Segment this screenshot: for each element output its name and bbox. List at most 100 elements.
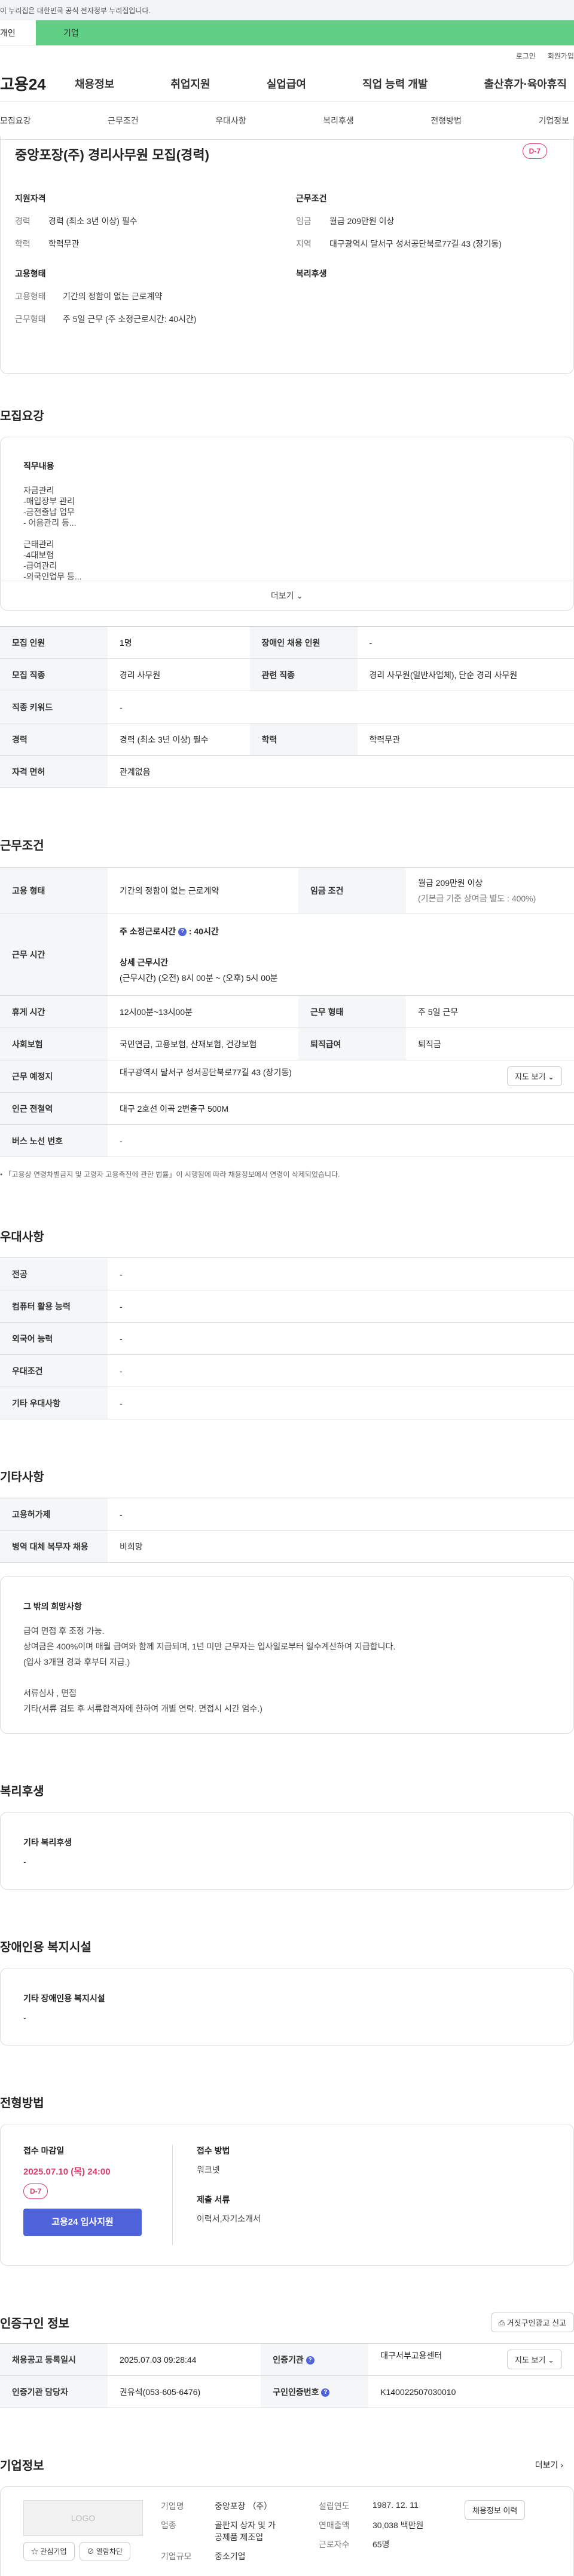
cell-v: 대구 2호선 이곡 2번출구 500M [108,1092,574,1125]
cell-v: 관계없음 [108,755,574,788]
company-title: 기업정보 [0,2460,44,2473]
cell-v: - [108,1322,574,1355]
emp-v: 주 5일 근무 (주 소정근로시간: 40시간) [63,314,197,324]
cell-h: 근무 시간 [0,913,108,996]
etc-line: 기타(서류 검토 후 서류합격자에 한하여 개별 연락. 면접시 시간 엄수.) [23,1704,262,1713]
cond-k: 지역 [296,239,312,249]
table-row: 근무 예정지 대구광역시 달서구 성서공단북로77길 43 (장기동) 지도 보기 … [0,1060,574,1093]
table-row: 병역 대체 복무자 채용 비희망 [0,1530,574,1563]
table-row: 직종 키워드 - [0,691,574,723]
cell-v: - [108,1354,574,1387]
company-logo: LOGO [23,2500,143,2536]
table-row: 휴게 시간 12시00분~13시00분 근무 형태 주 5일 근무 [0,995,574,1028]
subnav-recruit[interactable]: 모집요강 [0,115,31,127]
subnav-work[interactable]: 근무조건 [108,115,139,127]
pref-table: 전공 - 컴퓨터 활용 능력 - 외국어 능력 - 우대조건 - 기타 우대사항 - [0,1258,574,1419]
cell-v: 국민연금, 고용보험, 산재보험, 건강보험 [108,1028,299,1060]
cell-v: 주 5일 근무 [406,995,574,1028]
block-button[interactable]: ⊘ 열람차단 [79,2542,131,2560]
cell-v: 학력무관 [357,723,574,756]
etc-line: (입사 3개월 경과 후부터 지급.) [23,1657,130,1667]
cell-v: 경리 사무원(일반사업체), 단순 경리 사무원 [357,658,574,691]
cell-h: 관련 직종 [249,658,358,691]
tab-personal-label: 개인 [0,27,16,38]
subnav-welfare[interactable]: 복리후생 [323,115,354,127]
cell-h: 전공 [0,1258,108,1290]
cell-h: 학력 [249,723,358,756]
cell-v: 2025.07.03 09:28:44 [108,2343,261,2376]
job-history-button[interactable]: 채용정보 이력 [465,2500,526,2520]
cell-v: - [108,691,574,723]
cert-title: 인증구인 정보 [0,2317,69,2330]
company-more-link[interactable]: 더보기 › [535,2459,563,2471]
cond-v: 월급 209만원 이상 [329,216,395,226]
tab-company[interactable]: 기업 [36,20,574,45]
job-desc-card: 직무내용 자금관리 -매입장부 관리 -금전출납 업무 - 어음관리 등... 근태관… [0,437,574,611]
est: 1987. 12. 11 [373,2500,419,2510]
subnav-pref[interactable]: 우대사항 [215,115,246,127]
logo[interactable]: 고용24 [0,72,75,94]
cond-title: 근무조건 [296,194,327,203]
interest-button[interactable]: ☆ 관심기업 [23,2542,75,2560]
industry-label: 업종 [161,2520,176,2530]
cell-h: 사회보험 [0,1028,108,1060]
table-row: 모집 인원 1명 장애인 채용 인원 - [0,626,574,659]
hours-detail-title: 상세 근무시간 [120,957,169,967]
etc-line: 서류심사 , 면접 [23,1688,77,1698]
qual-title: 지원자격 [15,194,46,203]
cell-h: 근무 예정지 [0,1060,108,1093]
info-icon[interactable]: ? [178,927,187,936]
gnb-employment-support[interactable]: 취업지원 [170,76,210,91]
cell-v: 기간의 정함이 없는 근로계약 [108,867,299,913]
subnav-company[interactable]: 기업정보 [538,115,569,127]
org-label: 인증기관 [273,2354,304,2365]
work-title: 근무조건 [0,839,44,852]
welfare-section-title: 복리후생 [0,1785,44,1798]
cell-v: 주 소정근로시간 ? : 40시간 상세 근무시간 (근무시간) (오전) 8시… [108,913,574,996]
job-desc-line: -4대보험 [23,550,54,560]
more-label: 더보기 [270,591,294,600]
cell-h: 컴퓨터 활용 능력 [0,1290,108,1323]
cell-h: 근무 형태 [298,995,407,1028]
table-row: 고용 형태 기간의 정함이 없는 근로계약 임금 조건 월급 209만원 이상 (… [0,867,574,913]
table-row: 외국어 능력 - [0,1322,574,1355]
table-row: 전공 - [0,1258,574,1290]
num-label: 구인인증번호 [273,2387,319,2397]
etc-box-lines: 급여 면접 후 조정 가능. 상여금은 400%이며 매월 급여와 함께 지급되며… [23,1623,551,1716]
cell-v: - [108,1258,574,1290]
disab-box: 기타 장애인용 복지시설 - [0,1968,574,2046]
apply-button[interactable]: 고용24 입사지원 [23,2209,142,2236]
gnb-jobs[interactable]: 채용정보 [75,76,114,91]
cell-h: 우대조건 [0,1354,108,1387]
job-desc-line: 근태관리 [23,539,54,549]
report-icon: ⎙ [498,2319,505,2327]
gnb-skills[interactable]: 직업 능력 개발 [362,76,428,91]
signup-link[interactable]: 회원가입 [548,51,574,61]
report-button[interactable]: ⎙ 거짓구인광고 신고 [490,2313,574,2332]
table-row: 자격 면허 관계없음 [0,755,574,788]
info-icon[interactable]: ? [306,2356,315,2365]
interest-label: 관심기업 [40,2547,67,2556]
gnb-unemployment-benefit[interactable]: 실업급여 [267,76,306,91]
table-row: 버스 노선 번호 - [0,1124,574,1157]
method-value: 워크넷 [197,2165,220,2175]
tab-personal[interactable]: 개인 [0,20,36,45]
etc-title: 기타사항 [0,1471,44,1484]
table-row: 컴퓨터 활용 능력 - [0,1290,574,1323]
table-row: 경력 경력 (최소 3년 이상) 필수 학력 학력무관 [0,723,574,756]
login-link[interactable]: 로그인 [516,51,536,61]
subnav-screening[interactable]: 전형방법 [430,115,462,127]
table-row: 기타 우대사항 - [0,1387,574,1419]
map-button[interactable]: 지도 보기 ⌄ [507,1066,562,1086]
etc-box-title: 그 밖의 희망사항 [23,1602,82,1611]
more-button[interactable]: 더보기 ⌄ [1,581,573,610]
cell-h: 모집 직종 [0,658,108,691]
tab-company-label: 기업 [63,28,79,38]
table-row: 사회보험 국민연금, 고용보험, 산재보험, 건강보험 퇴직급여 퇴직금 [0,1028,574,1060]
org-map-button-label: 지도 보기 [515,2356,546,2365]
gnb-leave[interactable]: 출산휴가·육아휴직 [484,76,567,91]
org-map-button[interactable]: 지도 보기 ⌄ [507,2350,562,2369]
info-icon[interactable]: ? [321,2388,330,2397]
util-links: 로그인 회원가입 [0,45,574,66]
summary-card: 중앙포장(주) 경리사무원 모집(경력) D-7 지원자격 경력 경력 (최소 3… [0,136,574,374]
